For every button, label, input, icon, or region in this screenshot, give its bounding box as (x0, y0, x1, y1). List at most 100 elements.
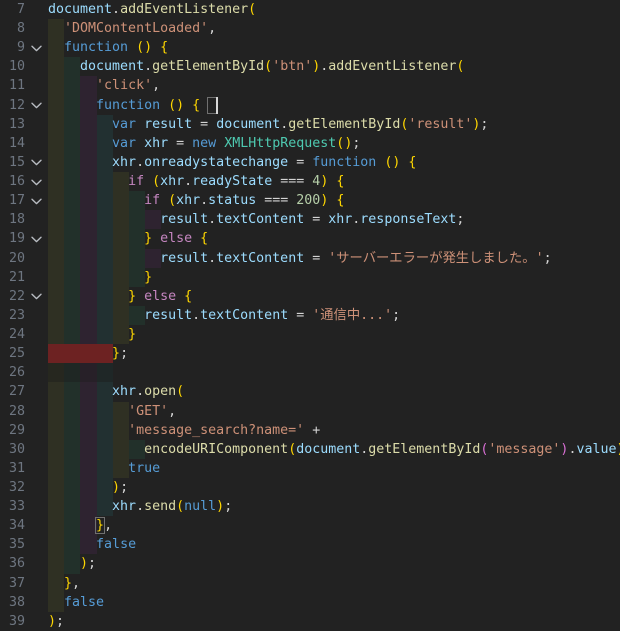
line-number: 27 (8, 384, 25, 400)
code-text[interactable]: ); (48, 554, 96, 573)
line-number: 37 (8, 575, 25, 591)
code-line[interactable]: 36 ); (0, 554, 620, 574)
line-number: 28 (8, 403, 25, 419)
code-line[interactable]: 8 'DOMContentLoaded', (0, 19, 620, 39)
code-text[interactable]: result.textContent = 'サーバーエラーが発生しました。'; (48, 249, 552, 268)
code-text[interactable]: var result = document.getElementById('re… (48, 115, 488, 134)
code-text[interactable]: false (48, 535, 136, 554)
line-gutter: 10 (0, 57, 47, 77)
code-text[interactable]: } (48, 325, 136, 344)
line-number: 21 (8, 269, 25, 285)
line-number: 20 (8, 250, 25, 266)
code-text[interactable]: result.textContent = xhr.responseText; (48, 210, 464, 229)
code-text[interactable]: }, (48, 574, 80, 593)
code-text[interactable]: 'DOMContentLoaded', (48, 19, 216, 38)
chevron-down-icon[interactable] (29, 229, 43, 248)
code-text[interactable]: ); (48, 478, 128, 497)
code-line[interactable]: 20 result.textContent = 'サーバーエラーが発生しました。… (0, 248, 620, 268)
line-number: 36 (8, 556, 25, 572)
code-line[interactable]: 26 (0, 363, 620, 383)
code-text[interactable]: xhr.onreadystatechange = function () { (48, 153, 416, 172)
line-gutter: 31 (0, 458, 47, 478)
code-text[interactable]: function () { (48, 38, 168, 57)
line-number: 25 (8, 346, 25, 362)
code-text[interactable]: true (48, 459, 160, 478)
code-line[interactable]: 39); (0, 611, 620, 631)
code-line[interactable]: 9 function () { (0, 38, 620, 58)
code-line[interactable]: 30 encodeURIComponent(document.getElemen… (0, 439, 620, 459)
code-line[interactable]: 13 var result = document.getElementById(… (0, 114, 620, 134)
code-text[interactable]: result.textContent = '通信中...'; (48, 306, 400, 325)
indent-guide (48, 363, 65, 383)
code-line[interactable]: 17 if (xhr.status === 200) { (0, 191, 620, 211)
chevron-down-icon[interactable] (29, 96, 43, 115)
line-gutter: 28 (0, 401, 47, 421)
code-editor[interactable]: 7 document.addEventListener(8 'DOMContent… (0, 0, 620, 631)
code-text[interactable]: false (48, 593, 104, 612)
code-text[interactable]: function () { (48, 96, 200, 115)
line-number: 26 (8, 365, 25, 381)
code-text[interactable]: } (48, 268, 152, 287)
line-gutter: 25 (0, 344, 47, 364)
code-line[interactable]: 18 result.textContent = xhr.responseText… (0, 210, 620, 230)
code-line[interactable]: 31 true (0, 458, 620, 478)
line-gutter: 18 (0, 210, 47, 230)
line-number: 16 (8, 174, 25, 190)
code-text[interactable]: document.getElementById('btn').addEventL… (48, 57, 464, 76)
code-text[interactable]: 'GET', (48, 402, 176, 421)
code-text[interactable]: encodeURIComponent(document.getElementBy… (48, 440, 620, 459)
code-line[interactable]: 7 document.addEventListener( (0, 0, 620, 20)
line-gutter: 21 (0, 267, 47, 287)
code-text[interactable]: xhr.open( (48, 382, 184, 401)
code-line[interactable]: 24 } (0, 325, 620, 345)
line-number: 17 (8, 193, 25, 209)
code-line[interactable]: 29 'message_search?name=' + (0, 420, 620, 440)
line-number: 35 (8, 537, 25, 553)
code-line[interactable]: 11 'click', (0, 76, 620, 96)
line-number: 11 (8, 78, 25, 94)
code-line[interactable]: 34 }, (0, 516, 620, 536)
code-line[interactable]: 27 xhr.open( (0, 382, 620, 402)
code-line[interactable]: 10 document.getElementById('btn').addEve… (0, 57, 620, 77)
code-line[interactable]: 21 } (0, 267, 620, 287)
code-text[interactable]: var xhr = new XMLHttpRequest(); (48, 134, 360, 153)
line-gutter: 9 (0, 38, 47, 58)
code-text[interactable]: 'message_search?name=' + (48, 421, 320, 440)
code-line[interactable]: 23 result.textContent = '通信中...'; (0, 305, 620, 326)
code-text[interactable]: }; (48, 344, 128, 363)
line-gutter: 7 (0, 0, 47, 20)
code-line[interactable]: 32 ); (0, 478, 620, 498)
chevron-down-icon[interactable] (29, 191, 43, 210)
code-text[interactable]: xhr.send(null); (48, 497, 232, 516)
code-line[interactable]: 19 } else { (0, 229, 620, 249)
chevron-down-icon[interactable] (29, 38, 43, 57)
code-line[interactable]: 28 'GET', (0, 401, 620, 421)
line-gutter: 14 (0, 133, 47, 153)
code-line[interactable]: 12 function () { (0, 95, 620, 115)
line-number: 31 (8, 460, 25, 476)
code-text[interactable]: document.addEventListener( (48, 0, 256, 19)
code-line[interactable]: 38 false (0, 592, 620, 612)
code-line[interactable]: 37 }, (0, 573, 620, 593)
code-line[interactable]: 35 false (0, 535, 620, 555)
code-text[interactable]: if (xhr.status === 200) { (48, 191, 344, 210)
code-text[interactable]: if (xhr.readyState === 4) { (48, 172, 344, 191)
line-number: 12 (8, 97, 25, 113)
line-gutter: 19 (0, 229, 47, 249)
chevron-down-icon[interactable] (29, 172, 43, 191)
code-line[interactable]: 14 var xhr = new XMLHttpRequest(); (0, 133, 620, 153)
chevron-down-icon[interactable] (29, 287, 43, 306)
code-line[interactable]: 16 if (xhr.readyState === 4) { (0, 172, 620, 192)
code-line[interactable]: 25 }; (0, 344, 620, 364)
line-number: 33 (8, 499, 25, 515)
code-line[interactable]: 15 xhr.onreadystatechange = function () … (0, 152, 620, 173)
code-line[interactable]: 22 } else { (0, 286, 620, 306)
code-text[interactable]: ); (48, 612, 64, 631)
code-text[interactable]: } else { (48, 287, 192, 306)
line-number: 38 (8, 594, 25, 610)
code-text[interactable]: } else { (48, 229, 208, 248)
chevron-down-icon[interactable] (29, 153, 43, 172)
code-line[interactable]: 33 xhr.send(null); (0, 497, 620, 517)
bracket-match-highlight (95, 517, 106, 535)
code-text[interactable]: 'click', (48, 76, 160, 95)
